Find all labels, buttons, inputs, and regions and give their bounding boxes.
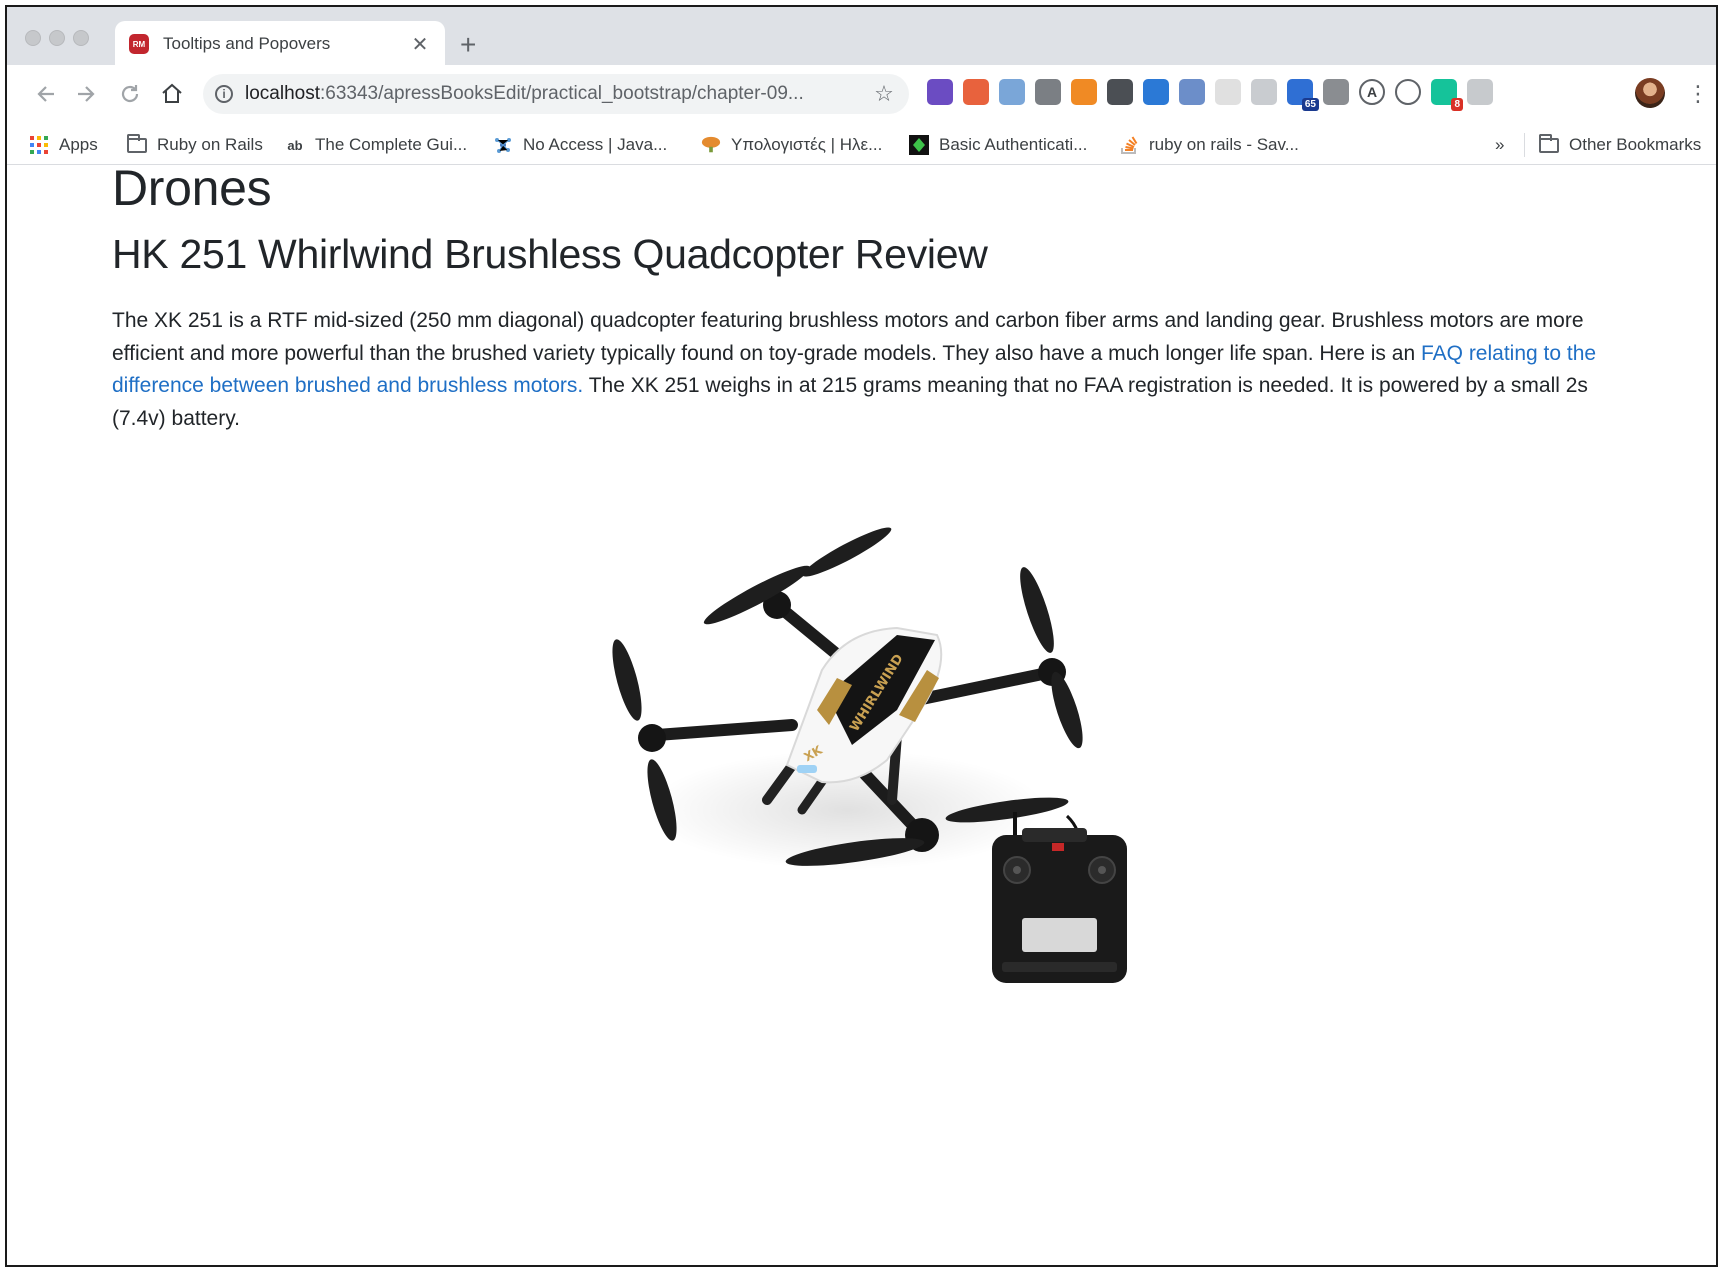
url-path: :63343/apressBooksEdit/practical_bootstr… [320,83,804,104]
green-diamond-icon [909,135,929,155]
remote-controller [992,812,1127,983]
rubymine-favicon-icon: RM [129,34,149,54]
c-extension-icon[interactable] [1035,79,1061,105]
bookmark-no-access-java[interactable]: No Access | Java... [493,133,667,157]
move-extension-icon[interactable] [1395,79,1421,105]
url-host: localhost [245,83,320,104]
bookmark-label: ruby on rails - Sav... [1149,135,1299,154]
profile-avatar[interactable] [1635,78,1665,108]
grid-extension-icon[interactable] [1215,79,1241,105]
bookmark-apps-label: Apps [59,135,98,154]
tab-title: Tooltips and Popovers [163,34,331,53]
bookmark-ruby-on-rails[interactable]: Ruby on Rails [127,133,263,157]
home-icon[interactable] [155,77,189,111]
minimize-window-button[interactable] [49,30,65,46]
active-tab[interactable]: RM Tooltips and Popovers ✕ [115,21,445,67]
screenshot-extension-icon[interactable] [1179,79,1205,105]
new-tab-button[interactable]: + [460,31,476,59]
bookmark-label: Other Bookmarks [1569,135,1702,154]
bookmarks-divider [1524,133,1525,157]
chat-extension-icon[interactable] [1251,79,1277,105]
bookmark-label: The Complete Gui... [315,135,468,154]
bookmark-label: Ruby on Rails [157,135,263,154]
a-extension-icon[interactable]: A [1359,79,1385,105]
paragraph-text-1: The XK 251 is a RTF mid-sized (250 mm di… [112,309,1584,365]
browser-window: RM Tooltips and Popovers ✕ + i localhost… [5,5,1718,1267]
extension-badge: 8 [1451,98,1463,111]
close-window-button[interactable] [25,30,41,46]
address-bar[interactable]: i localhost:63343/apressBooksEdit/practi… [203,74,909,114]
eyedropper-extension-icon[interactable] [927,79,953,105]
stackoverflow-icon [1119,135,1139,155]
close-tab-icon[interactable]: ✕ [409,32,431,57]
page-extension-icon[interactable]: 65 [1287,79,1319,111]
bookmark-complete-guide[interactable]: ab The Complete Gui... [285,133,467,157]
extension-badge: 65 [1301,98,1319,111]
extensions-row: 65 A 8 [927,79,1493,111]
globe-extension-icon[interactable] [1323,79,1349,105]
forward-arrow-icon[interactable] [69,77,103,111]
bookmark-basic-authentication[interactable]: Basic Authenticati... [909,133,1087,157]
molecule-icon [493,135,513,155]
browser-toolbar: i localhost:63343/apressBooksEdit/practi… [7,65,1716,125]
grammarly-extension-icon[interactable]: 8 [1431,79,1463,111]
bulb-extension-icon[interactable] [1107,79,1133,105]
bookmarks-overflow-button[interactable]: » [1495,133,1504,157]
bookmark-label: Basic Authenticati... [939,135,1088,154]
article-heading: HK 251 Whirlwind Brushless Quadcopter Re… [112,231,988,277]
folder-icon [127,133,147,155]
drone-image: WHIRLWIND XK [612,527,1127,983]
reload-icon[interactable] [113,77,147,111]
overflow-chevron-icon: » [1495,135,1505,154]
download-extension-icon[interactable] [1143,79,1169,105]
bookmark-label: No Access | Java... [523,135,668,154]
tab-strip: RM Tooltips and Popovers ✕ + [7,7,1716,67]
back-arrow-icon[interactable] [29,77,63,111]
info-extension-icon[interactable] [999,79,1025,105]
url-text[interactable]: localhost:63343/apressBooksEdit/practica… [245,83,871,105]
page-content: Drones HK 251 Whirlwind Brushless Quadco… [7,160,1716,1265]
page-title: Drones [112,160,272,216]
window-controls [25,30,89,46]
maximize-window-button[interactable] [73,30,89,46]
ab-icon: ab [287,137,303,153]
bookmark-computers[interactable]: Υπολογιστές | Ηλε... [701,133,882,157]
balloon-icon [701,135,721,155]
other-bookmarks-folder[interactable]: Other Bookmarks [1539,133,1701,157]
folder-icon [1539,133,1559,155]
apps-grid-icon [29,135,49,155]
sitemap-extension-icon[interactable] [963,79,989,105]
article-paragraph: The XK 251 is a RTF mid-sized (250 mm di… [112,305,1612,435]
orange-extension-icon[interactable] [1071,79,1097,105]
bookmark-ruby-on-rails-save[interactable]: ruby on rails - Sav... [1119,133,1299,157]
menu-kebab-icon[interactable]: ⋮ [1687,77,1709,111]
bookmark-star-icon[interactable]: ☆ [871,81,897,107]
site-info-icon[interactable]: i [215,85,233,103]
bookmark-label: Υπολογιστές | Ηλε... [731,135,883,154]
bookmark-apps[interactable]: Apps [29,133,98,157]
cards-extension-icon[interactable] [1467,79,1493,105]
